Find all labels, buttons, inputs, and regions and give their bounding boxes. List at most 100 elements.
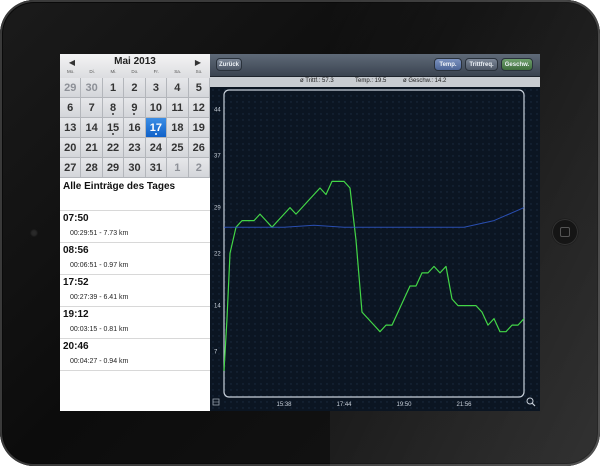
entry-row[interactable]: 20:46 00:04:27 - 0.94 km	[60, 339, 210, 371]
calendar-day[interactable]: 18	[167, 118, 189, 138]
y-tick-label: 37	[214, 153, 221, 159]
calendar-grid: 29 30 1 2 3 4 5 6 7 8 9 10 11 12 13 14 15 16 17 18 19 20 21 22 2…	[60, 78, 210, 178]
calendar-day[interactable]: 3	[145, 78, 168, 98]
calendar-day-label: 14	[85, 121, 98, 134]
calendar-day[interactable]: 17	[145, 118, 168, 138]
weekday-label: Sa.	[174, 69, 182, 74]
entry-time: 17:52	[63, 277, 89, 288]
temperature-toggle-button[interactable]: Temp.	[434, 58, 462, 71]
entry-time: 19:12	[63, 309, 89, 320]
weekday-label: So.	[195, 69, 203, 74]
calendar-day-label: 25	[171, 141, 184, 154]
weekday-label: Fr.	[153, 69, 159, 74]
calendar-day-label: 13	[64, 121, 77, 134]
y-tick-label: 22	[214, 251, 221, 257]
weekday-label: Mo.	[66, 69, 75, 74]
calendar-day[interactable]: 5	[188, 78, 210, 98]
entry-detail: 00:27:39 - 6.41 km	[70, 294, 129, 301]
calendar-day-label: 30	[128, 161, 141, 174]
temperature-stat: Temp.: 19.5	[355, 78, 387, 84]
entry-row[interactable]: 08:56 00:06:51 - 0.97 km	[60, 243, 210, 275]
entry-detail: 00:04:27 - 0.94 km	[70, 358, 129, 365]
calendar-day[interactable]: 11	[167, 98, 189, 118]
entry-row[interactable]: 19:12 00:03:15 - 0.81 km	[60, 307, 210, 339]
calendar-day-label: 31	[149, 161, 163, 174]
left-panel: ◀ Mai 2013 ▶ Mo. Di. Mi. Do. Fr. Sa. So.…	[60, 54, 210, 411]
calendar-day[interactable]: 7	[81, 98, 103, 118]
entry-row[interactable]: 07:50 00:29:51 - 7.73 km	[60, 211, 210, 243]
calendar-day[interactable]: 6	[60, 98, 82, 118]
calendar-day-label: 12	[192, 101, 205, 114]
calendar-day-label: 2	[131, 81, 138, 94]
calendar-day[interactable]: 28	[81, 158, 103, 178]
entry-detail: 00:06:51 - 0.97 km	[70, 262, 129, 269]
calendar-day[interactable]: 2	[188, 158, 210, 178]
calendar-day[interactable]: 12	[188, 98, 210, 118]
calendar-day[interactable]: 31	[145, 158, 168, 178]
calendar-day-label: 6	[67, 101, 74, 114]
calendar-day[interactable]: 29	[60, 78, 82, 98]
calendar-day[interactable]: 30	[124, 158, 146, 178]
calendar-day[interactable]: 10	[145, 98, 168, 118]
entry-indicator-dot	[154, 133, 157, 135]
weekday-row: Mo. Di. Mi. Do. Fr. Sa. So.	[60, 69, 210, 74]
calendar-day[interactable]: 27	[60, 158, 82, 178]
home-button[interactable]	[552, 219, 578, 245]
avg-speed-stat: ø Geschw.: 14.2	[403, 78, 447, 84]
entry-time: 20:46	[63, 341, 89, 352]
calendar-header: ◀ Mai 2013 ▶ Mo. Di. Mi. Do. Fr. Sa. So.	[60, 54, 210, 78]
calendar-day-label: 29	[64, 81, 77, 94]
entry-row[interactable]: 17:52 00:27:39 - 6.41 km	[60, 275, 210, 307]
next-month-icon[interactable]: ▶	[192, 58, 204, 67]
entry-time: 08:56	[63, 245, 89, 256]
calendar-day[interactable]: 19	[188, 118, 210, 138]
calendar-day[interactable]: 16	[124, 118, 146, 138]
calendar-day[interactable]: 20	[60, 138, 82, 158]
avg-cadence-stat: ø Trittf.: 57.3	[300, 78, 334, 84]
calendar-day[interactable]: 24	[145, 138, 168, 158]
chart-toolbar: Zurück Temp. Trittfreq. Geschw.	[210, 54, 540, 77]
entry-indicator-dot	[112, 113, 115, 115]
calendar-month-title: Mai 2013	[114, 56, 156, 67]
calendar-day-label: 18	[171, 121, 184, 134]
calendar-day[interactable]: 21	[81, 138, 103, 158]
calendar-day[interactable]: 26	[188, 138, 210, 158]
calendar-day[interactable]: 29	[102, 158, 125, 178]
speed-toggle-button[interactable]: Geschw.	[501, 58, 533, 71]
y-tick-label: 14	[214, 304, 221, 310]
calendar-day[interactable]: 8	[102, 98, 125, 118]
calendar-day[interactable]: 13	[60, 118, 82, 138]
calendar-day-label: 5	[195, 81, 202, 94]
x-tick-label: 15:38	[276, 402, 292, 408]
calendar-day[interactable]: 14	[81, 118, 103, 138]
cadence-toggle-button[interactable]: Trittfreq.	[465, 58, 498, 71]
calendar-day[interactable]: 1	[167, 158, 189, 178]
weekday-label: Mi.	[110, 69, 117, 74]
entry-time: 07:50	[63, 213, 89, 224]
calendar-day-label: 3	[152, 81, 159, 94]
calendar-day-label: 28	[85, 161, 98, 174]
x-tick-label: 17:44	[336, 402, 352, 408]
y-tick-label: 29	[214, 206, 221, 212]
app-screen: ◀ Mai 2013 ▶ Mo. Di. Mi. Do. Fr. Sa. So.…	[60, 54, 540, 411]
calendar-day[interactable]: 4	[167, 78, 189, 98]
calendar-day[interactable]: 23	[124, 138, 146, 158]
chart-background	[210, 87, 540, 411]
x-tick-label: 19:50	[396, 402, 412, 408]
calendar-day-label: 4	[174, 81, 181, 94]
calendar-day-label: 10	[149, 101, 163, 114]
calendar-day[interactable]: 9	[124, 98, 146, 118]
calendar-day[interactable]: 30	[81, 78, 103, 98]
calendar-day[interactable]: 1	[102, 78, 125, 98]
weekday-label: Do.	[131, 69, 139, 74]
calendar-day-label: 26	[192, 141, 205, 154]
speed-chart[interactable]: 44372922147 15:38 17:44 19:50 21:56	[210, 87, 540, 411]
calendar-day[interactable]: 22	[102, 138, 125, 158]
calendar-day[interactable]: 25	[167, 138, 189, 158]
calendar-day[interactable]: 15	[102, 118, 125, 138]
calendar-day-label: 9	[131, 101, 138, 114]
calendar-day-label: 2	[195, 161, 202, 174]
chart-panel: Zurück Temp. Trittfreq. Geschw. ø Trittf…	[210, 54, 540, 411]
calendar-day[interactable]: 2	[124, 78, 146, 98]
back-button[interactable]: Zurück	[216, 58, 242, 71]
